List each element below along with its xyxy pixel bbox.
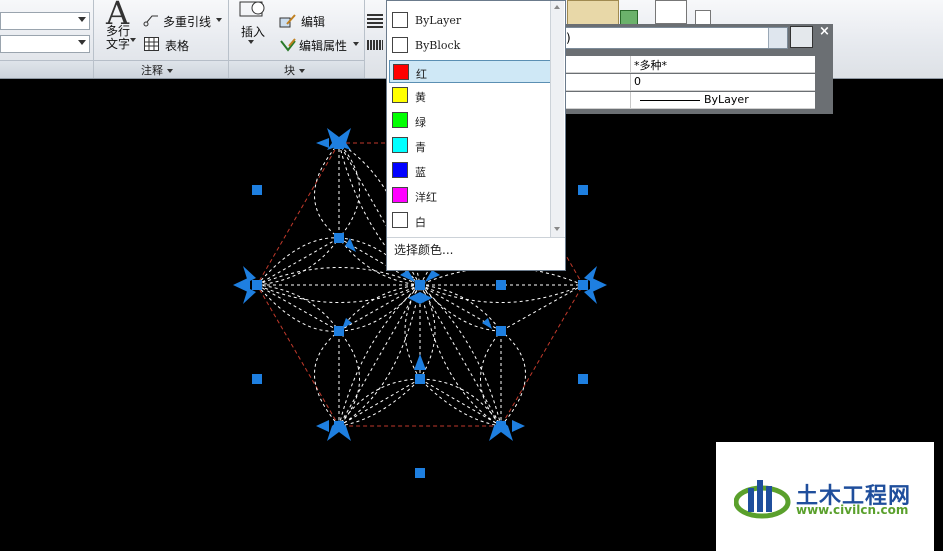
property-row-color[interactable]: *多种* [564, 56, 815, 73]
logo-emblem [734, 480, 791, 519]
select-color-option[interactable]: 选择颜色... [394, 241, 453, 258]
swatch [392, 12, 408, 28]
edit-attributes-icon [280, 38, 296, 52]
edit-block-icon [279, 14, 296, 28]
insert-block-icon [239, 1, 265, 17]
linetype-icon[interactable] [367, 40, 383, 50]
swatch [392, 162, 408, 178]
close-icon[interactable]: × [819, 24, 830, 39]
color-option-bylayer[interactable]: ByLayer [389, 9, 552, 32]
chevron-down-icon [78, 17, 86, 22]
property-row-linetype[interactable]: ByLayer [564, 92, 815, 109]
chevron-down-icon[interactable] [130, 38, 136, 42]
mtext-label-2[interactable]: 文字 [106, 35, 130, 52]
swatch [392, 187, 408, 203]
color-option-green[interactable]: 绿 [389, 109, 552, 132]
chevron-down-icon[interactable] [353, 42, 359, 46]
chevron-down-icon[interactable] [768, 28, 787, 48]
color-option-blue[interactable]: 蓝 [389, 159, 552, 182]
swatch [392, 137, 408, 153]
logo-url: www.civilcn.com [796, 503, 909, 517]
swatch [392, 212, 408, 228]
edit-attributes-button[interactable]: 编辑属性 [299, 37, 347, 54]
dropdown-scrollbar[interactable] [550, 1, 564, 237]
swatch [392, 112, 408, 128]
swatch [392, 87, 408, 103]
chevron-down-icon[interactable] [216, 18, 222, 22]
color-dropdown: ByLayer ByBlock 红 黄 绿 青 蓝 洋红 白 选择颜色... [386, 0, 566, 271]
chevron-down-icon [299, 69, 305, 73]
document-icon[interactable] [655, 0, 687, 24]
multileader-icon [143, 15, 158, 27]
scroll-up-icon[interactable] [554, 5, 560, 9]
color-option-cyan[interactable]: 青 [389, 134, 552, 157]
multileader-button[interactable]: 多重引线 [163, 13, 211, 30]
chevron-down-icon [167, 69, 173, 73]
panel-bar-left [0, 60, 93, 78]
insert-button[interactable]: 插入 [241, 23, 265, 40]
swatch [393, 64, 409, 80]
object-type-combo[interactable]: ) [562, 27, 788, 49]
scroll-down-icon[interactable] [554, 227, 560, 231]
block-panel-title[interactable]: 块 [284, 62, 305, 78]
divider [364, 0, 365, 78]
color-option-yellow[interactable]: 黄 [389, 84, 552, 107]
color-option-white[interactable]: 白 [389, 209, 552, 232]
quick-select-icon[interactable] [790, 26, 813, 48]
edit-button[interactable]: 编辑 [301, 13, 325, 30]
chevron-down-icon [78, 40, 86, 45]
property-row-layer[interactable]: 0 [564, 74, 815, 91]
layer-combo[interactable] [0, 12, 90, 30]
divider [387, 237, 565, 238]
annotation-panel-title[interactable]: 注释 [141, 62, 173, 78]
swatch [392, 37, 408, 53]
properties-palette: ) × *多种* 0 ByLayer [560, 24, 833, 114]
lineweight-icon[interactable] [367, 14, 383, 28]
color-option-magenta[interactable]: 洋红 [389, 184, 552, 207]
color-option-red[interactable]: 红 [389, 60, 552, 83]
watermark-logo: 土木工程网 www.civilcn.com [716, 442, 934, 551]
linetype-sample [640, 100, 700, 101]
table-button[interactable]: 表格 [165, 37, 189, 54]
chevron-down-icon[interactable] [248, 40, 254, 44]
table-icon [144, 37, 159, 51]
color-option-byblock[interactable]: ByBlock [389, 34, 552, 57]
linetype-combo[interactable] [0, 35, 90, 53]
